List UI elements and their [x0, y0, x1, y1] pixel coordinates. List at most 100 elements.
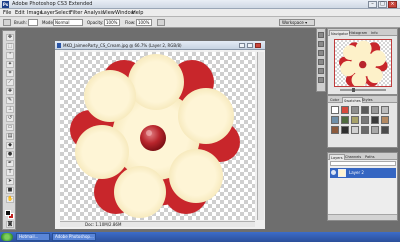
brush-picker[interactable] — [28, 19, 38, 26]
history-panel-icon[interactable] — [318, 32, 324, 38]
path-selection-tool-icon[interactable]: ➤ — [6, 178, 14, 185]
document-status: Doc: 1.10M/2.86M — [85, 222, 122, 227]
layer-blend-controls[interactable] — [330, 161, 396, 166]
clone-stamp-tool-icon[interactable]: ⊥ — [6, 106, 14, 113]
toolbox: ✥ ⬚ ᓫ ✦ ⌗ ⟋ ✚ ✎ ⊥ ↺ ▭ ▤ ◆ ● ✒ T ➤ ■ ✋ ◙ — [2, 30, 16, 230]
workspace-button[interactable]: Workspace ▾ — [279, 19, 315, 26]
swatch[interactable] — [351, 116, 359, 124]
swatch[interactable] — [341, 116, 349, 124]
swatch[interactable] — [381, 126, 389, 134]
menu-view[interactable]: View — [103, 10, 115, 16]
swatch[interactable] — [381, 106, 389, 114]
eraser-tool-icon[interactable]: ▭ — [6, 124, 14, 131]
swatch[interactable] — [371, 106, 379, 114]
tool-presets-panel-icon[interactable] — [318, 59, 324, 65]
navigator-zoom-slider[interactable] — [332, 88, 394, 92]
hand-tool-icon[interactable]: ✋ — [6, 196, 14, 203]
swatch[interactable] — [371, 116, 379, 124]
doc-minimize-button[interactable] — [239, 43, 245, 48]
start-button[interactable] — [1, 233, 13, 241]
layer-comps-panel-icon[interactable] — [318, 77, 324, 83]
doc-close-button[interactable] — [255, 43, 261, 48]
menu-filter[interactable]: Filter — [70, 10, 82, 16]
vertical-scrollbar[interactable] — [257, 52, 264, 220]
swatch[interactable] — [351, 126, 359, 134]
layers-list: Layer 2 — [328, 160, 397, 220]
blur-tool-icon[interactable]: ◆ — [6, 142, 14, 149]
airbrush-toggle[interactable] — [157, 19, 165, 26]
quick-mask-icon[interactable]: ◙ — [6, 221, 14, 228]
taskbar-task-photoshop[interactable]: Adobe Photoshop... — [52, 233, 96, 241]
foreground-color-swatch[interactable] — [5, 210, 11, 216]
lasso-tool-icon[interactable]: ᓫ — [6, 52, 14, 59]
swatch[interactable] — [361, 126, 369, 134]
layers-panel-tabs: Layers Channels Paths — [328, 153, 397, 160]
swatch[interactable] — [331, 106, 339, 114]
swatch[interactable] — [341, 106, 349, 114]
menu-file[interactable]: File — [3, 10, 11, 16]
crop-tool-icon[interactable]: ⌗ — [6, 70, 14, 77]
eye-icon[interactable] — [331, 170, 336, 175]
dodge-tool-icon[interactable]: ● — [6, 151, 14, 158]
menu-edit[interactable]: Edit — [15, 10, 25, 16]
swatch[interactable] — [371, 126, 379, 134]
document-canvas[interactable] — [60, 52, 255, 220]
menu-layer[interactable]: Layer — [41, 10, 55, 16]
tool-preset-picker[interactable] — [3, 19, 11, 26]
mode-select[interactable]: Normal — [53, 19, 83, 26]
document-title-bar[interactable]: MKD_JaimeeParty_CS_Cream.jpg @ 66.7% (La… — [55, 41, 265, 50]
move-tool-icon[interactable]: ✥ — [6, 34, 14, 41]
brushes-panel-icon[interactable] — [318, 50, 324, 56]
shape-tool-icon[interactable]: ■ — [6, 187, 14, 194]
brush-tool-icon[interactable]: ✎ — [6, 97, 14, 104]
flower-artwork — [70, 54, 240, 218]
minimize-button[interactable]: – — [368, 1, 377, 8]
style-swatch-grid — [328, 103, 397, 147]
swatch[interactable] — [361, 106, 369, 114]
doc-maximize-button[interactable] — [247, 43, 253, 48]
app-title-bar: Ps Adobe Photoshop CS3 Extended – □ × — [0, 0, 400, 9]
swatch[interactable] — [331, 126, 339, 134]
swatch[interactable] — [331, 116, 339, 124]
pen-tool-icon[interactable]: ✒ — [6, 160, 14, 167]
menu-help[interactable]: Help — [132, 10, 143, 16]
flow-field[interactable]: 100% — [136, 19, 152, 26]
swatch[interactable] — [381, 116, 389, 124]
type-tool-icon[interactable]: T — [6, 169, 14, 176]
taskbar-task-hotmail[interactable]: Hotmail... — [16, 233, 50, 241]
swatch[interactable] — [351, 106, 359, 114]
maximize-button[interactable]: □ — [378, 1, 387, 8]
actions-panel-icon[interactable] — [318, 41, 324, 47]
history-brush-tool-icon[interactable]: ↺ — [6, 115, 14, 122]
layer-thumbnail — [338, 169, 346, 177]
opacity-field[interactable]: 100% — [104, 19, 120, 26]
center-button — [140, 125, 166, 151]
slice-tool-icon[interactable]: ⟋ — [6, 79, 14, 86]
menu-analysis[interactable]: Analysis — [84, 10, 105, 16]
menu-select[interactable]: Select — [55, 10, 70, 16]
zoom-slider-knob[interactable] — [352, 88, 355, 92]
swatch[interactable] — [361, 116, 369, 124]
healing-brush-tool-icon[interactable]: ✚ — [6, 88, 14, 95]
opacity-label: Opacity: — [87, 20, 104, 25]
brush-label: Brush: — [14, 20, 27, 25]
swatches-panel-tabs: Color Swatches Styles — [328, 96, 397, 103]
app-title: Adobe Photoshop CS3 Extended — [12, 1, 93, 7]
taskbar: Hotmail... Adobe Photoshop... — [0, 232, 400, 242]
navigator-thumbnail[interactable] — [334, 39, 392, 87]
magic-wand-tool-icon[interactable]: ✦ — [6, 61, 14, 68]
close-button[interactable]: × — [388, 1, 397, 8]
photoshop-logo-icon: Ps — [2, 1, 9, 8]
panel-dock-strip — [316, 28, 326, 92]
gradient-tool-icon[interactable]: ▤ — [6, 133, 14, 140]
layers-panel: Layers Channels Paths Layer 2 — [327, 152, 398, 221]
navigator-panel-tabs: Navigator Histogram Info — [328, 29, 397, 36]
options-bar: Brush: Mode: Normal Opacity: 100% Flow: … — [0, 17, 400, 28]
marquee-tool-icon[interactable]: ⬚ — [6, 43, 14, 50]
document-icon — [57, 43, 61, 48]
document-window: MKD_JaimeeParty_CS_Cream.jpg @ 66.7% (La… — [54, 40, 266, 230]
swatch[interactable] — [341, 126, 349, 134]
layer-row[interactable]: Layer 2 — [330, 168, 396, 178]
clone-source-panel-icon[interactable] — [318, 68, 324, 74]
swatches-panel: Color Swatches Styles — [327, 95, 398, 148]
